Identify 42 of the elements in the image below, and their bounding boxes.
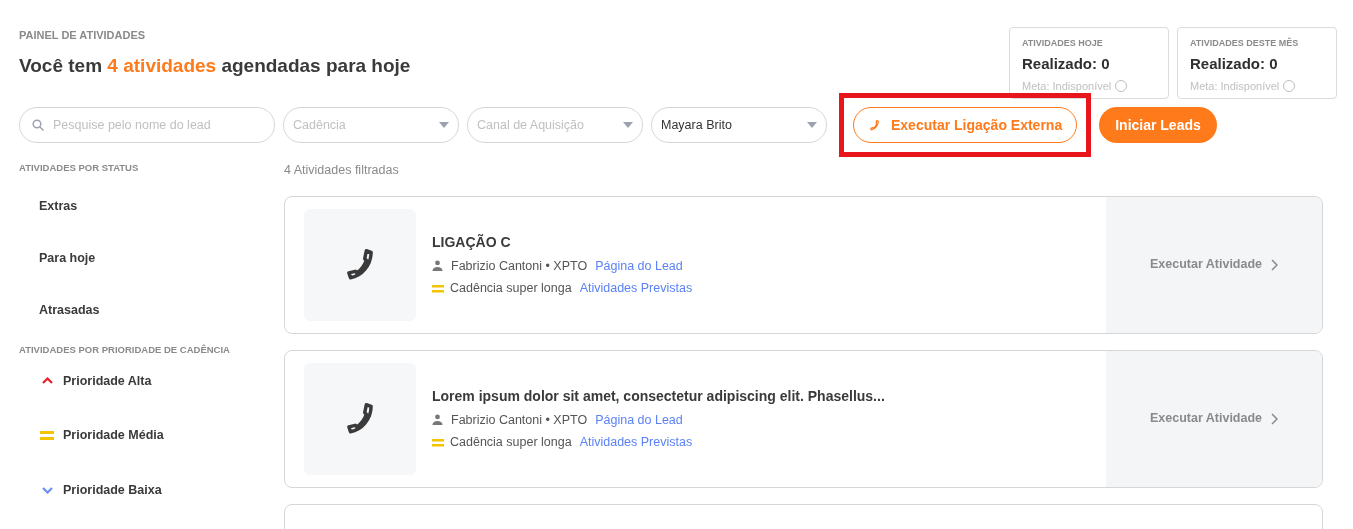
chevron-right-icon (1270, 412, 1279, 425)
lead-name: Fabrizio Cantoni • XPTO (451, 257, 588, 275)
phone-icon (868, 118, 881, 132)
lead-page-link[interactable]: Página do Lead (595, 410, 683, 430)
caret-icon (439, 122, 449, 128)
cadence-name: Cadência super longa (450, 280, 572, 298)
filtered-count: 4 Atividades filtradas (284, 162, 400, 179)
status-item[interactable]: Extras (39, 183, 284, 236)
planned-activities-link[interactable]: Atividades Previstas (579, 279, 693, 298)
activity-title: LIGAÇÃO C (432, 232, 512, 252)
person-icon (432, 414, 443, 426)
section-title: ATIVIDADES POR PRIORIDADE DE CADÊNCIA (19, 343, 231, 358)
priority-item[interactable]: Prioridade Alta (63, 371, 152, 391)
page-heading: Você tem 4 atividades agendadas para hoje (19, 53, 411, 78)
lead-name: Fabrizio Cantoni • XPTO (451, 411, 588, 429)
page-eyebrow: PAINEL DE ATIVIDADES (19, 28, 147, 43)
section-title: ATIVIDADES POR STATUS (19, 161, 140, 175)
activity-title: Lorem ipsum dolor sit amet, consectetur adipiscing elit. Phasellus... (432, 386, 885, 406)
status-item[interactable]: Para hoje (39, 235, 284, 288)
planned-activities-link[interactable]: Atividades Previstas (579, 433, 693, 452)
search-field[interactable]: Pesquise pelo nome do lead (19, 107, 275, 143)
stat-title: ATIVIDADES HOJE (1022, 37, 1104, 50)
stat-title: ATIVIDADES DESTE MÊS (1190, 37, 1300, 50)
priority-item[interactable]: Prioridade Média (63, 426, 164, 445)
status-item[interactable]: Atrasadas (39, 287, 284, 340)
stat-value: Realizado: 0 (1022, 53, 1111, 74)
person-icon (432, 260, 443, 272)
stat-goal: Meta: Indisponível (1022, 79, 1112, 94)
execute-activity-button[interactable]: Executar Atividade (1106, 350, 1322, 487)
stat-value: Realizado: 0 (1190, 53, 1279, 74)
caret-icon (623, 122, 633, 128)
chevron-right-icon (1270, 258, 1279, 271)
equal-icon (432, 284, 444, 293)
lead-page-link[interactable]: Página do Lead (595, 256, 683, 276)
execute-activity-button[interactable]: Executar Atividade (1106, 196, 1322, 333)
stat-goal: Meta: Indisponível (1190, 79, 1280, 94)
cadence-name: Cadência super longa (450, 434, 572, 452)
equal-icon (432, 438, 444, 447)
search-icon (32, 119, 44, 131)
priority-item[interactable]: Prioridade Baixa (63, 481, 162, 500)
caret-icon (807, 122, 817, 128)
start-leads-button[interactable]: Iniciar Leads (1099, 107, 1217, 143)
